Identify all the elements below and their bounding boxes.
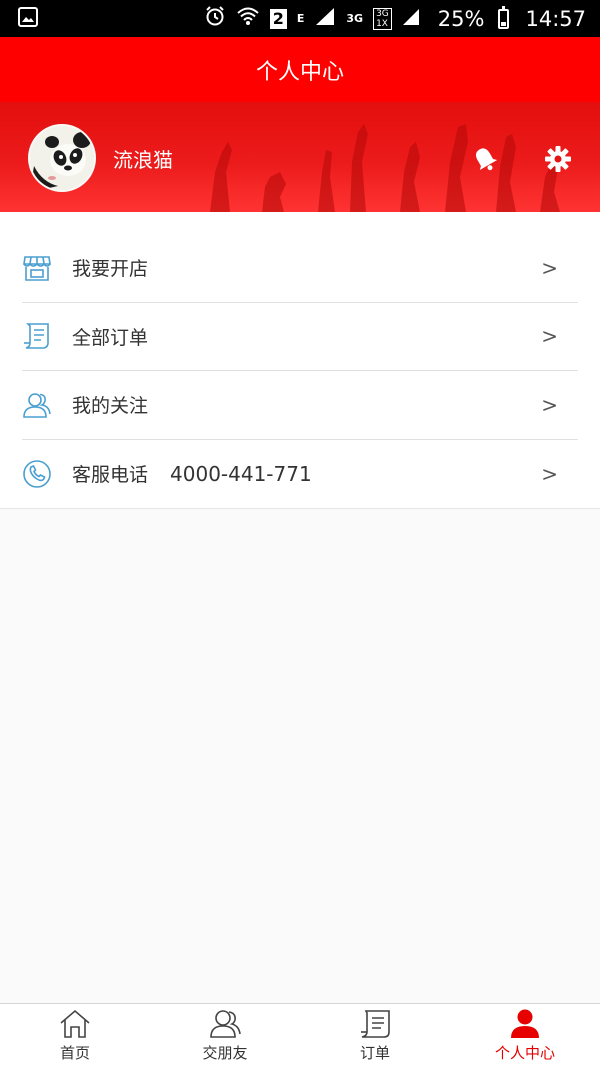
page-title: 个人中心 <box>255 59 344 85</box>
avatar[interactable] <box>28 124 96 192</box>
wifi-icon <box>236 6 260 31</box>
friends-icon <box>23 392 51 418</box>
battery-percent: 25% <box>437 6 485 31</box>
nav-item-label: 订单 <box>359 1044 390 1062</box>
image-notification-icon <box>18 6 38 31</box>
sim-badge: 2 <box>269 8 287 29</box>
profile-banner: 流浪猫 <box>0 102 600 212</box>
alarm-icon <box>204 5 226 32</box>
order-icon <box>361 1010 390 1038</box>
network-3g-label: 3G <box>346 12 364 25</box>
menu-item-label: 我的关注 <box>72 395 149 418</box>
nav-item-label: 首页 <box>59 1044 90 1062</box>
battery-icon <box>498 5 510 29</box>
settings-button[interactable] <box>543 144 573 174</box>
store-icon <box>23 255 51 281</box>
gear-icon <box>545 146 571 172</box>
username[interactable]: 流浪猫 <box>113 144 173 173</box>
network-3g2-label: 3G <box>376 8 389 19</box>
menu-item-customer-service[interactable]: 客服电话 4000-441-771 > <box>22 440 578 509</box>
menu-item-label: 我要开店 <box>72 258 149 281</box>
signal2-icon <box>402 6 420 31</box>
nav-item-personal-center[interactable]: 个人中心 <box>450 1004 600 1067</box>
network-e-label: E <box>296 12 305 25</box>
menu-item-label: 客服电话 <box>72 464 149 487</box>
bottom-nav: 首页 交朋友 订单 个人中心 <box>0 1003 600 1067</box>
nav-item-make-friends[interactable]: 交朋友 <box>150 1004 300 1067</box>
home-icon <box>60 1009 90 1038</box>
menu-item-all-orders[interactable]: 全部订单 > <box>22 303 578 371</box>
menu-list: 我要开店 > 全部订单 > 我的关注 > 客服电话 4000-441-771 > <box>0 212 600 509</box>
friends-icon <box>210 1010 241 1038</box>
chevron-right-icon: > <box>541 324 558 349</box>
network-3g-1x-badge: 3G 1X <box>373 7 392 30</box>
signal-icon <box>314 6 336 31</box>
nav-item-orders[interactable]: 订单 <box>300 1004 450 1067</box>
chevron-right-icon: > <box>541 461 558 486</box>
status-bar: 2 E 3G 3G 1X 25% 14:57 <box>0 0 600 37</box>
chevron-right-icon: > <box>541 255 558 280</box>
notification-button[interactable] <box>470 144 500 174</box>
phone-icon <box>23 459 51 488</box>
nav-item-label: 交朋友 <box>202 1044 248 1062</box>
menu-item-label: 全部订单 <box>72 326 149 349</box>
clock: 14:57 <box>525 6 586 31</box>
order-icon <box>24 323 49 350</box>
network-1x-label: 1X <box>376 18 388 29</box>
service-phone-number[interactable]: 4000-441-771 <box>170 462 312 486</box>
menu-item-open-store[interactable]: 我要开店 > <box>22 234 578 303</box>
app-header: 个人中心 <box>0 37 600 102</box>
panda-avatar-image <box>30 126 94 190</box>
menu-item-my-follows[interactable]: 我的关注 > <box>22 371 578 440</box>
nav-item-home[interactable]: 首页 <box>0 1004 150 1067</box>
bell-icon <box>476 148 498 171</box>
person-icon <box>511 1009 539 1038</box>
nav-item-label: 个人中心 <box>494 1044 555 1062</box>
chevron-right-icon: > <box>541 392 558 417</box>
